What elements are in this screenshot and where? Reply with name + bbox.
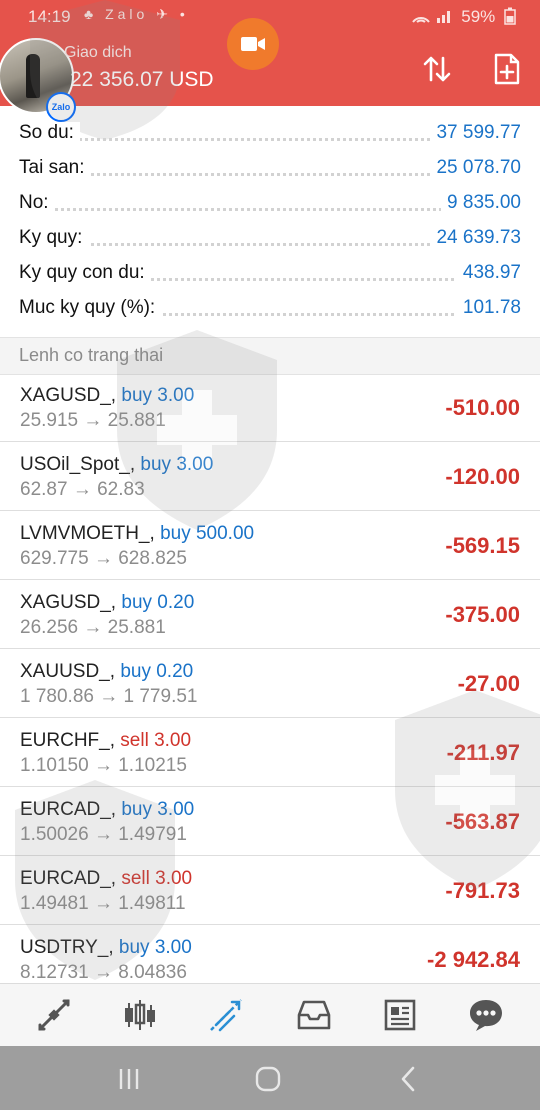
position-profit: -510.00 (445, 395, 520, 420)
chart-icon[interactable] (122, 997, 158, 1033)
section-header: Lenh co trang thai (0, 337, 540, 375)
page-title: Giao dich (64, 44, 132, 61)
video-camera-icon (241, 37, 265, 51)
position-prices: 25.915 → 25.881 (20, 410, 166, 431)
position-symbol: XAUUSD_, buy 0.20 (20, 661, 194, 682)
position-profit: -2 942.84 (427, 947, 520, 972)
position-symbol: USDTRY_, buy 3.00 (20, 937, 192, 958)
position-prices: 1.49481 → 1.49811 (20, 893, 186, 914)
position-row[interactable]: USOil_Spot_, buy 3.00 62.87 → 62.83 -120.0… (0, 442, 540, 511)
news-icon[interactable] (382, 997, 418, 1033)
position-prices: 629.775 → 628.825 (20, 548, 187, 569)
position-row[interactable]: LVMVMOETH_, buy 500.00 629.775 → 628.825 -… (0, 511, 540, 580)
summary-label: Ky quy con du: (19, 262, 151, 284)
summary-row: No: 9 835.00 (0, 184, 540, 219)
summary-row: So du: 37 599.77 (0, 114, 540, 149)
position-symbol: XAGUSD_, buy 3.00 (20, 385, 195, 406)
position-symbol: EURCAD_, buy 3.00 (20, 799, 195, 820)
position-side: buy 3.00 (121, 799, 195, 820)
history-icon[interactable] (296, 997, 332, 1033)
notification-icons: ♣ Zalo ✈ • (84, 6, 189, 22)
signal-icon (412, 11, 451, 23)
quotes-icon[interactable] (36, 997, 72, 1033)
position-side: buy 3.00 (118, 937, 192, 958)
status-time: 14:19 (28, 7, 71, 26)
position-profit: -27.00 (457, 671, 520, 696)
bottom-navigation (0, 983, 540, 1046)
header-balance: 22 356.07 USD (70, 68, 214, 91)
sort-icon[interactable] (420, 52, 454, 86)
battery-level: 59% (411, 7, 516, 27)
position-side: sell 3.00 (120, 730, 192, 751)
screen-record-button[interactable] (227, 18, 279, 70)
battery-icon (504, 7, 516, 25)
position-prices: 8.12731 → 8.04836 (20, 962, 187, 983)
summary-label: Muc ky quy (%): (19, 297, 162, 319)
summary-value: 9 835.00 (441, 192, 521, 214)
position-symbol: EURCHF_, sell 3.00 (20, 730, 192, 751)
position-profit: -791.73 (445, 878, 520, 903)
account-summary: So du: 37 599.77 Tai san: 25 078.70 No: 9 835… (0, 114, 540, 324)
summary-row: Ky quy: 24 639.73 (0, 219, 540, 254)
summary-value: 24 639.73 (430, 227, 521, 249)
position-row[interactable]: XAUUSD_, buy 0.20 1 780.86 → 1 779.51 -27.… (0, 649, 540, 718)
position-side: buy 3.00 (140, 454, 214, 475)
position-row[interactable]: XAGUSD_, buy 0.20 26.256 → 25.881 -375.00 (0, 580, 540, 649)
position-prices: 26.256 → 25.881 (20, 617, 166, 638)
position-side: buy 0.20 (121, 592, 195, 613)
position-symbol: LVMVMOETH_, buy 500.00 (20, 523, 255, 544)
position-row[interactable]: XAGUSD_, buy 3.00 25.915 → 25.881 -510.00 (0, 373, 540, 442)
app-header: 14:19 ♣ Zalo ✈ • 59% Zalo Giao dich 22 3… (0, 0, 540, 122)
position-profit: -211.97 (446, 740, 520, 765)
position-prices: 62.87 → 62.83 (20, 479, 145, 500)
position-prices: 1.50026 → 1.49791 (20, 824, 187, 845)
position-row[interactable]: EURCHF_, sell 3.00 1.10150 → 1.10215 -211.… (0, 718, 540, 787)
position-row[interactable]: EURCAD_, buy 3.00 1.50026 → 1.49791 -563.8… (0, 787, 540, 856)
position-side: sell 3.00 (121, 868, 193, 889)
summary-label: So du: (19, 122, 80, 144)
summary-row: Tai san: 25 078.70 (0, 149, 540, 184)
summary-label: No: (19, 192, 55, 214)
position-profit: -375.00 (445, 602, 520, 627)
trade-icon[interactable] (208, 997, 244, 1033)
summary-row: Ky quy con du: 438.97 (0, 254, 540, 289)
summary-value: 438.97 (456, 262, 521, 284)
recent-apps-icon[interactable] (114, 1064, 144, 1094)
position-profit: -563.87 (445, 809, 520, 834)
summary-label: Ky quy: (19, 227, 89, 249)
position-side: buy 3.00 (121, 385, 195, 406)
home-icon[interactable] (253, 1064, 283, 1094)
summary-label: Tai san: (19, 157, 91, 179)
summary-value: 101.78 (456, 297, 521, 319)
position-prices: 1 780.86 → 1 779.51 (20, 686, 198, 707)
position-row[interactable]: EURCAD_, sell 3.00 1.49481 → 1.49811 -791.… (0, 856, 540, 925)
position-prices: 1.10150 → 1.10215 (20, 755, 187, 776)
position-symbol: USOil_Spot_, buy 3.00 (20, 454, 214, 475)
system-navigation-bar (0, 1046, 540, 1110)
position-profit: -120.00 (445, 464, 520, 489)
summary-value: 25 078.70 (430, 157, 521, 179)
section-title: Lenh co trang thai (19, 345, 164, 365)
position-symbol: EURCAD_, sell 3.00 (20, 868, 193, 889)
back-icon[interactable] (394, 1064, 424, 1094)
position-profit: -569.15 (445, 533, 520, 558)
position-symbol: XAGUSD_, buy 0.20 (20, 592, 195, 613)
open-positions-list: XAGUSD_, buy 3.00 25.915 → 25.881 -510.00 U… (0, 373, 540, 994)
summary-row: Muc ky quy (%): 101.78 (0, 289, 540, 324)
messages-icon[interactable] (468, 997, 504, 1033)
new-order-icon[interactable] (490, 52, 524, 86)
summary-value: 37 599.77 (430, 122, 521, 144)
position-side: buy 500.00 (160, 523, 255, 544)
position-side: buy 0.20 (120, 661, 194, 682)
